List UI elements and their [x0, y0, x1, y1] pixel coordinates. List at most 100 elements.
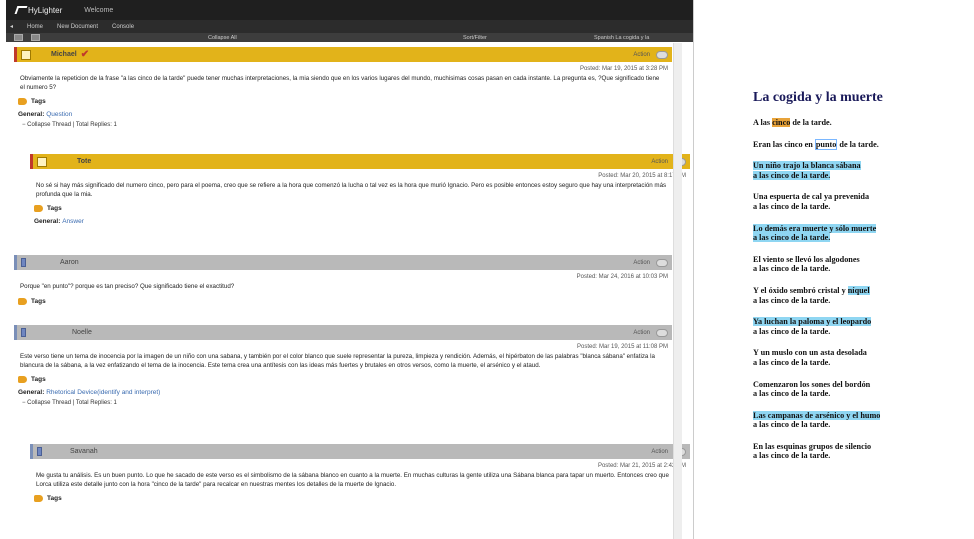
highlight-verse[interactable]: a las cinco de la tarde. — [753, 233, 831, 243]
comment-header: Noelle Action — [14, 325, 672, 340]
poem-panel: La cogida y la muerte A las cinco de la … — [753, 90, 953, 473]
comment-author[interactable]: Aaron — [60, 259, 79, 266]
general-label: General: — [18, 389, 45, 397]
tags-row[interactable]: Tags — [30, 205, 690, 213]
stanza-8: Ya luchan la paloma y el leopardo a las c… — [753, 317, 953, 336]
tags-label: Tags — [31, 376, 46, 384]
general-value-link[interactable]: Answer — [62, 218, 84, 225]
pin-icon — [37, 447, 42, 456]
action-dropdown-button[interactable] — [656, 328, 668, 337]
verse-text: de la tarde. — [837, 139, 879, 149]
tags-row[interactable]: Tags — [14, 376, 672, 384]
comment-thread: Michael ✔ Action Posted: Mar 19, 2015 at… — [14, 43, 690, 539]
pin-icon — [21, 328, 26, 337]
comment-savanah: Savanah Action Posted: Mar 21, 2015 at 2… — [30, 444, 690, 503]
action-dropdown-button[interactable] — [656, 258, 668, 267]
tag-icon — [34, 205, 43, 213]
thread-scrollbar[interactable] — [673, 43, 682, 539]
comment-body: Me gusta tu análisis. Es un buen punto. … — [36, 472, 669, 488]
verse-text: El viento se llevó los algodones — [753, 254, 860, 264]
comment-author[interactable]: Michael — [51, 51, 77, 58]
tags-row[interactable]: Tags — [30, 495, 690, 503]
app-logo[interactable]: HyLighter — [14, 6, 62, 15]
tags-label: Tags — [31, 297, 46, 305]
highlight-verse[interactable]: Lo demás era muerte y sólo muerte — [753, 223, 877, 233]
logo-icon — [14, 6, 28, 14]
general-label: General: — [18, 111, 45, 119]
highlight-verse[interactable]: Ya luchan la paloma y el leopardo — [753, 317, 872, 327]
document-title: Spanish La cogida y la — [594, 34, 650, 41]
verse-text: a las cinco de la tarde. — [753, 357, 831, 367]
stanza-6: El viento se llevó los algodones a las ci… — [753, 255, 953, 274]
general-value-link[interactable]: Question — [46, 111, 72, 118]
stanza-2: Eran las cinco en punto de la tarde. — [753, 138, 953, 150]
menu-item-new-document[interactable]: New Document — [57, 24, 98, 30]
general-category: General: Answer — [30, 218, 690, 225]
comment-author[interactable]: Noelle — [72, 329, 92, 336]
verse-text: Eran las cinco en — [753, 139, 815, 149]
tags-label: Tags — [47, 495, 62, 503]
avatar — [37, 156, 47, 167]
verse-text: a las cinco de la tarde. — [753, 201, 831, 211]
general-value-link[interactable]: Rhetorical Device(identify and interpret… — [46, 389, 160, 396]
tags-label: Tags — [31, 98, 46, 106]
stanza-7: Y el óxido sembró cristal y níquel a las … — [753, 285, 953, 305]
general-category: General: Question — [14, 111, 672, 118]
menu-item-home[interactable]: Home — [27, 24, 43, 30]
posted-timestamp: Posted: Mar 21, 2015 at 2:42 PM — [597, 463, 686, 469]
verse-text: Y el óxido sembró cristal y — [753, 285, 848, 295]
action-label[interactable]: Action — [651, 449, 668, 455]
action-dropdown-button[interactable] — [656, 50, 668, 59]
comment-body: No sé si hay más significado del numero … — [36, 182, 667, 198]
verse-text: a las cinco de la tarde. — [753, 420, 831, 430]
general-category: General: Rhetorical Device(identify and … — [14, 389, 672, 396]
verse-text: Y un muslo con un asta desolada — [753, 348, 867, 358]
comment-author[interactable]: Savanah — [70, 448, 98, 455]
comment-noelle: Noelle Action Posted: Mar 19, 2015 at 11… — [14, 325, 672, 406]
highlight-punto[interactable]: punto — [814, 138, 838, 150]
tag-icon — [34, 495, 43, 503]
toolbar-button-left[interactable] — [14, 34, 23, 41]
tags-row[interactable]: Tags — [14, 98, 672, 106]
posted-timestamp: Posted: Mar 20, 2015 at 8:17 AM — [598, 173, 686, 179]
verse-text: de la tarde. — [790, 118, 832, 127]
menu-item-console[interactable]: Console — [112, 24, 134, 30]
tags-label: Tags — [47, 205, 62, 213]
tags-row[interactable]: Tags — [14, 297, 672, 305]
action-label[interactable]: Action — [633, 330, 650, 336]
highlight-verse[interactable]: a las cinco de la tarde. — [753, 170, 831, 180]
highlight-niquel[interactable]: níquel — [847, 285, 870, 295]
comment-body: Porque "en punto"? porque es tan preciso… — [20, 283, 235, 290]
poem-title: La cogida y la muerte — [753, 90, 883, 105]
comment-michael: Michael ✔ Action Posted: Mar 19, 2015 at… — [14, 47, 672, 128]
tag-icon — [18, 98, 27, 106]
hylighter-app-window: HyLighter Welcome ◂ Home New Document Co… — [6, 0, 694, 539]
collapse-all-button[interactable]: Collapse All — [208, 35, 237, 41]
verse-text: a las cinco de la tarde. — [753, 264, 831, 274]
action-label[interactable]: Action — [651, 159, 668, 165]
checkmark-icon: ✔ — [80, 49, 90, 60]
action-label[interactable]: Action — [633, 52, 650, 58]
verse-text: Una espuerta de cal ya prevenida — [753, 192, 870, 202]
comment-author[interactable]: Tote — [77, 158, 91, 165]
top-bar: HyLighter Welcome — [6, 0, 693, 20]
tag-icon — [18, 376, 27, 384]
general-label: General: — [34, 218, 61, 226]
highlight-verse[interactable]: Las campanas de arsénico y el humo — [753, 410, 881, 420]
thread-toolbar: Collapse All Sort/Filter Spanish La cogi… — [6, 33, 693, 42]
comment-header: Savanah Action — [30, 444, 690, 459]
avatar — [21, 49, 31, 60]
collapse-thread-link[interactable]: − Collapse Thread | Total Replies: 1 — [14, 122, 672, 128]
comment-header: Michael ✔ Action — [14, 47, 672, 62]
comment-tote: Tote Action Posted: Mar 20, 2015 at 8:17… — [30, 154, 690, 225]
highlight-verse[interactable]: Un niño trajo la blanca sábana — [753, 161, 861, 171]
highlight-cinco[interactable]: cinco — [772, 118, 791, 127]
action-label[interactable]: Action — [633, 260, 650, 266]
sort-filter-button[interactable]: Sort/Filter — [463, 35, 487, 41]
tag-icon — [18, 297, 27, 305]
collapse-thread-link[interactable]: − Collapse Thread | Total Replies: 1 — [14, 400, 672, 406]
posted-timestamp: Posted: Mar 24, 2016 at 10:03 PM — [576, 274, 668, 280]
menu-arrow-icon[interactable]: ◂ — [10, 23, 13, 30]
toolbar-button-right[interactable] — [31, 34, 40, 41]
pin-icon — [21, 258, 26, 267]
